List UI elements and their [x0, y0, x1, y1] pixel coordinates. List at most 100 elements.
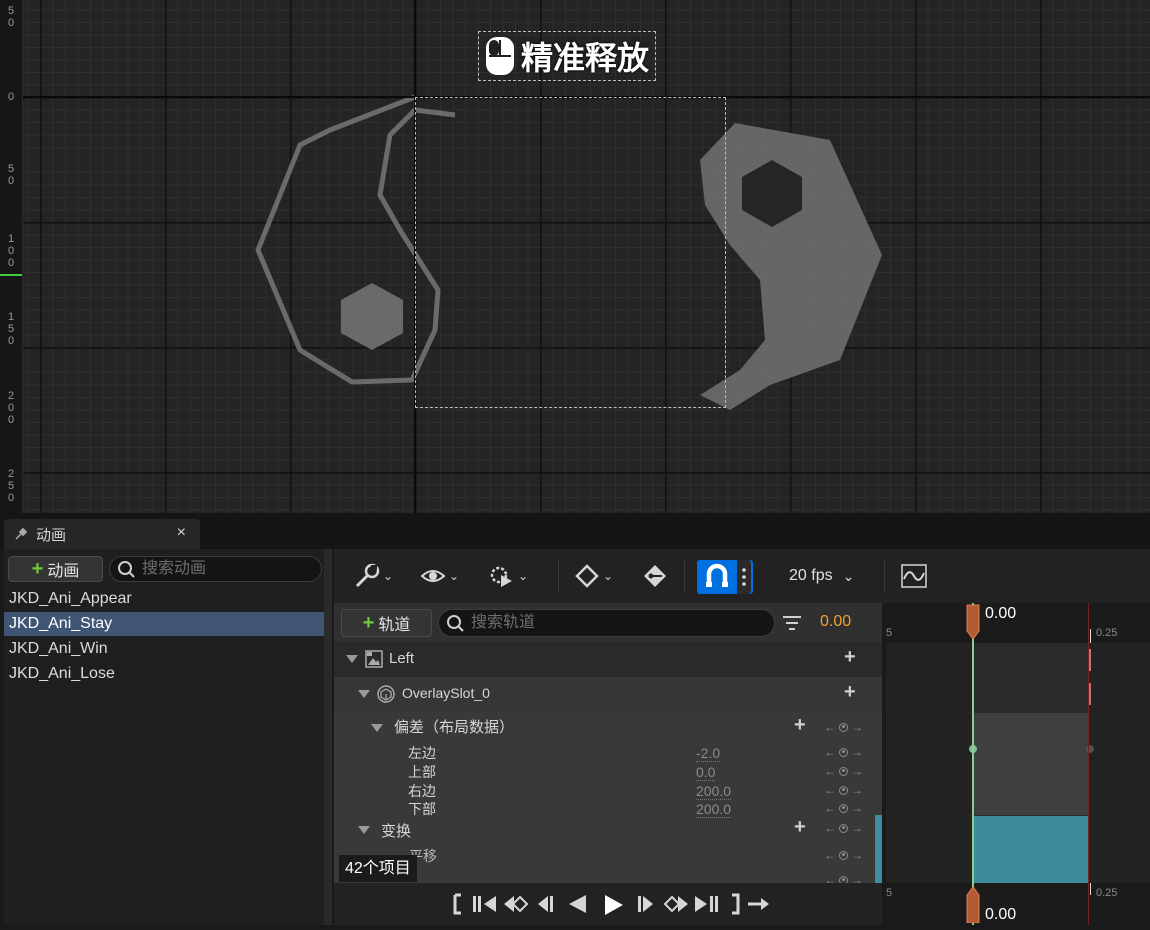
play-reverse-icon[interactable]: [566, 893, 588, 915]
previous-key-icon[interactable]: [502, 893, 530, 915]
jump-to-next-key-icon[interactable]: [692, 893, 720, 915]
property-value-right[interactable]: 200.0: [696, 783, 732, 800]
slot-cube-icon: [377, 685, 395, 703]
next-key-icon[interactable]: →: [851, 873, 863, 883]
loop-mode-icon[interactable]: [746, 893, 770, 915]
current-time-value[interactable]: 0.00: [820, 613, 851, 631]
curve-editor-button[interactable]: [900, 561, 928, 591]
add-animation-button[interactable]: + 动画: [8, 556, 103, 582]
add-key-plus-icon[interactable]: +: [794, 714, 806, 737]
add-key-icon[interactable]: [839, 747, 848, 757]
end-marker-line[interactable]: [1088, 603, 1089, 925]
add-key-plus-icon[interactable]: +: [794, 816, 806, 839]
track-row-overlay-slot[interactable]: OverlaySlot_0 +: [334, 677, 882, 712]
expand-arrow-icon[interactable]: [358, 826, 370, 834]
property-value-bottom[interactable]: 200.0: [696, 801, 732, 818]
chevron-down-icon: ⌄: [603, 569, 614, 583]
track-search-input[interactable]: [469, 613, 643, 633]
step-back-icon[interactable]: [535, 893, 555, 915]
playhead-handle-top[interactable]: [965, 603, 981, 641]
add-key-icon[interactable]: [839, 850, 848, 860]
track-row-left[interactable]: Left +: [334, 642, 882, 677]
prev-key-icon[interactable]: ←: [824, 848, 836, 862]
prev-key-icon[interactable]: ←: [824, 764, 836, 778]
next-key-icon[interactable]: →: [851, 764, 863, 778]
animation-item-selected[interactable]: JKD_Ani_Stay: [4, 612, 327, 636]
search-icon: [447, 615, 464, 632]
property-label: 上部: [408, 764, 436, 780]
animation-item[interactable]: JKD_Ani_Win: [4, 637, 327, 661]
add-key-icon[interactable]: [839, 722, 848, 732]
mouse-icon: [486, 37, 514, 75]
animation-item[interactable]: JKD_Ani_Lose: [4, 662, 327, 686]
timeline-track-area[interactable]: [886, 643, 1150, 883]
vertical-ruler[interactable]: 5 0 0 5 0 1 0 0 1 5 0 2 0 0 2 5 0: [0, 0, 23, 513]
expand-arrow-icon[interactable]: [358, 690, 370, 698]
prev-key-icon[interactable]: ←: [824, 720, 836, 734]
auto-key-button[interactable]: [642, 561, 668, 591]
prev-key-icon[interactable]: ←: [824, 745, 836, 759]
view-menu-button[interactable]: ⌄: [420, 561, 459, 591]
next-key-icon[interactable]: →: [851, 848, 863, 862]
next-key-icon[interactable]: →: [851, 745, 863, 759]
expand-arrow-icon[interactable]: [346, 655, 358, 663]
add-track-plus-icon[interactable]: +: [844, 681, 856, 704]
section-bar[interactable]: [972, 713, 1088, 815]
timeline-panel[interactable]: 5 0.25 5 0.25 0.00 0.00: [886, 603, 1150, 925]
tab-animation[interactable]: 动画 ×: [4, 519, 200, 549]
next-key-icon[interactable]: →: [851, 801, 863, 815]
add-key-icon[interactable]: [839, 766, 848, 776]
next-key-icon[interactable]: →: [851, 720, 863, 734]
frame-rate-dropdown[interactable]: 20 fps ⌄: [789, 561, 854, 591]
add-key-icon[interactable]: [839, 875, 848, 883]
outliner-scrollbar-thumb[interactable]: [875, 815, 882, 883]
prev-key-icon[interactable]: ←: [824, 801, 836, 815]
playback-options-button[interactable]: ⌄: [487, 561, 528, 591]
prev-key-icon[interactable]: ←: [824, 873, 836, 883]
time-ruler-top[interactable]: 5 0.25: [886, 603, 1150, 643]
close-icon[interactable]: ×: [177, 524, 186, 542]
time-ruler-bottom[interactable]: 5 0.25: [886, 883, 1150, 925]
add-key-icon[interactable]: [839, 785, 848, 795]
snap-toggle-button[interactable]: [697, 560, 753, 594]
property-value-left[interactable]: -2.0: [696, 745, 721, 762]
go-to-end-icon[interactable]: [728, 893, 742, 915]
add-key-icon[interactable]: [839, 803, 848, 813]
more-options-icon[interactable]: [737, 560, 751, 594]
section-bar-selected[interactable]: [972, 816, 1088, 883]
add-track-plus-icon[interactable]: +: [844, 646, 856, 669]
tools-menu-button[interactable]: ⌄: [354, 561, 393, 591]
add-track-button[interactable]: + 轨道: [341, 609, 432, 637]
next-key-icon[interactable]: →: [851, 783, 863, 797]
toolbar-divider: [884, 559, 885, 593]
panel-splitter[interactable]: [324, 549, 332, 925]
designer-viewport[interactable]: 精准释放 5 0 0 5 0 1 0 0 1 5 0 2 0 0 2 5 0: [0, 0, 1150, 513]
animation-search-input[interactable]: [140, 559, 314, 579]
property-value-top[interactable]: 0.0: [696, 764, 716, 781]
next-key-icon[interactable]: [662, 893, 690, 915]
prev-key-icon[interactable]: ←: [824, 821, 836, 835]
jump-to-previous-key-icon[interactable]: [471, 893, 499, 915]
track-search-box[interactable]: [438, 609, 775, 637]
add-key-icon[interactable]: [839, 823, 848, 833]
ruler-label: 1 5 0: [7, 311, 15, 347]
step-forward-icon[interactable]: [636, 893, 656, 915]
transport-controls: [334, 883, 882, 925]
property-group-offsets: 偏差（布局数据） + ← → 左边 -2.0 ← → 上部 0.0 ← → 右边 20…: [334, 712, 882, 818]
play-icon[interactable]: [602, 893, 624, 917]
go-to-start-icon[interactable]: [451, 893, 465, 915]
keyframe-menu-button[interactable]: ⌄: [574, 561, 613, 591]
outliner-scrollbar-track[interactable]: [875, 713, 882, 815]
key-navigation: ← →: [824, 873, 863, 883]
playhead-line[interactable]: [972, 603, 974, 925]
playhead-handle-bottom[interactable]: [965, 885, 981, 923]
prev-key-icon[interactable]: ←: [824, 783, 836, 797]
key-navigation: ← →: [824, 821, 863, 835]
key-icon: [644, 565, 666, 587]
selected-widget-bounds[interactable]: [415, 97, 726, 408]
animation-search-box[interactable]: [109, 556, 322, 582]
next-key-icon[interactable]: →: [851, 821, 863, 835]
filter-icon[interactable]: [781, 612, 803, 634]
animation-item[interactable]: JKD_Ani_Appear: [4, 587, 327, 611]
expand-arrow-icon[interactable]: [371, 724, 383, 732]
